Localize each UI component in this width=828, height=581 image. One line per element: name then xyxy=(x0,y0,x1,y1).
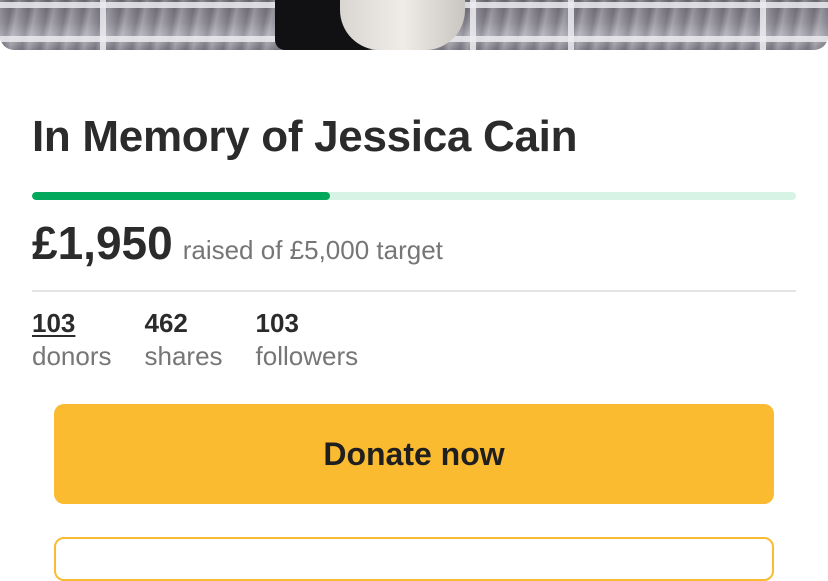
secondary-action-button[interactable] xyxy=(54,537,774,581)
stat-shares: 462 shares xyxy=(145,306,223,372)
fundraising-progress-bar xyxy=(32,192,796,200)
hero-railing-post xyxy=(760,0,766,50)
campaign-title: In Memory of Jessica Cain xyxy=(32,112,578,161)
donors-count-link[interactable]: 103 xyxy=(32,306,112,340)
followers-count: 103 xyxy=(255,308,299,338)
hero-railing-post xyxy=(100,0,106,50)
hero-railing-post xyxy=(470,0,476,50)
followers-label: followers xyxy=(255,341,359,371)
donors-label: donors xyxy=(32,341,112,371)
stat-donors[interactable]: 103 donors xyxy=(32,306,112,372)
shares-label: shares xyxy=(144,341,223,371)
stat-followers: 103 followers xyxy=(256,306,359,372)
hero-person-light-coat xyxy=(340,0,465,50)
shares-count: 462 xyxy=(144,308,188,338)
donate-now-button[interactable]: Donate now xyxy=(54,404,774,504)
section-divider xyxy=(32,290,796,292)
fundraising-progress-fill xyxy=(32,192,330,200)
amount-raised: £1,950 xyxy=(32,217,173,269)
campaign-hero-image xyxy=(0,0,828,50)
campaign-stats: 103 donors 462 shares 103 followers xyxy=(32,306,391,372)
hero-railing-post xyxy=(568,0,574,50)
target-label: raised of £5,000 target xyxy=(182,235,443,265)
amount-raised-summary: £1,950 raised of £5,000 target xyxy=(32,214,443,272)
